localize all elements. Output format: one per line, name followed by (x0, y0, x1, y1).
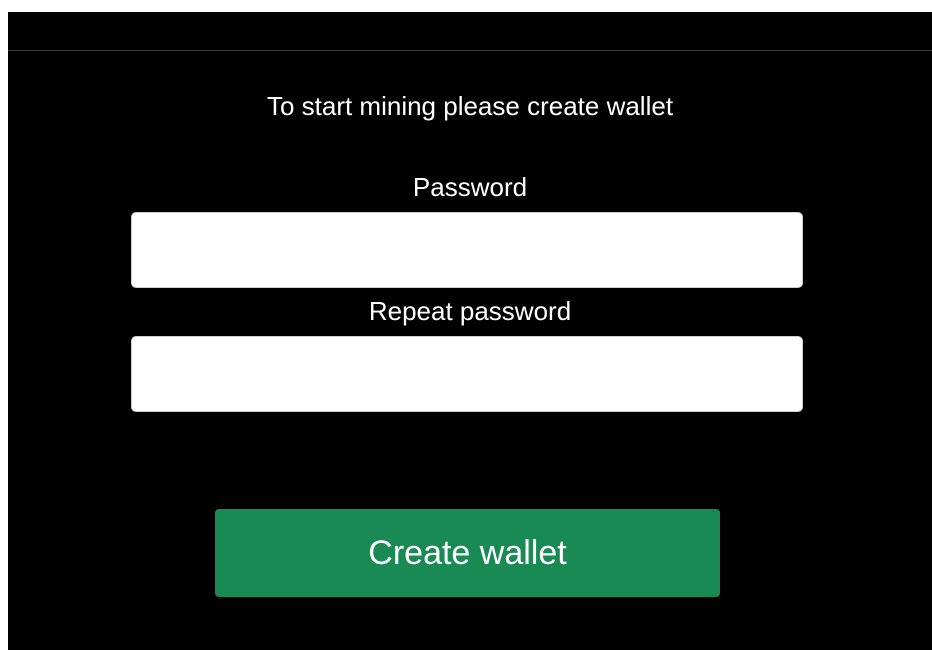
create-wallet-button[interactable]: Create wallet (215, 509, 720, 597)
password-label: Password (412, 172, 528, 202)
password-input[interactable] (131, 212, 803, 288)
repeat-password-label: Repeat password (368, 296, 572, 326)
wallet-panel: To start mining please create wallet Pas… (8, 12, 932, 650)
repeat-password-input[interactable] (131, 336, 803, 412)
top-bar (8, 12, 932, 51)
page-title: To start mining please create wallet (266, 91, 674, 121)
